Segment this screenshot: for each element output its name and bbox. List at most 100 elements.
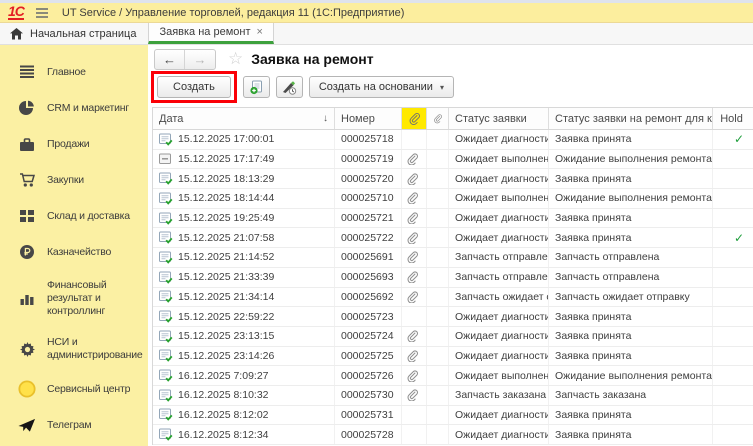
attachment-cell bbox=[402, 327, 427, 346]
table-row[interactable]: 15.12.2025 18:14:44 000025710 Ожидает вы… bbox=[153, 189, 753, 209]
status-cell: Запчасть заказана bbox=[449, 386, 549, 405]
table-header-row: Дата ↓ Номер Статус заявки bbox=[153, 108, 753, 130]
client-status-cell: Заявка принята bbox=[549, 130, 713, 149]
sidebar-item[interactable]: Главное bbox=[0, 54, 148, 90]
table-row[interactable]: 15.12.2025 21:07:58 000025722 Ожидает ди… bbox=[153, 228, 753, 248]
column-header-status[interactable]: Статус заявки bbox=[449, 108, 549, 129]
sidebar-item[interactable]: CRM и маркетинг bbox=[0, 90, 148, 126]
column-header-status-client[interactable]: Статус заявки на ремонт для кл... bbox=[549, 108, 713, 129]
column-header-date[interactable]: Дата ↓ bbox=[153, 108, 335, 129]
sidebar-item[interactable]: Сервисный центр bbox=[0, 371, 148, 407]
date-cell: 16.12.2025 8:12:34 bbox=[153, 425, 335, 444]
table-row[interactable]: 15.12.2025 19:25:49 000025721 Ожидает ди… bbox=[153, 209, 753, 229]
home-page-button[interactable]: Начальная страница bbox=[0, 23, 148, 44]
sidebar-item[interactable]: Финансовый результат и контроллинг bbox=[0, 270, 148, 327]
date-cell: 15.12.2025 17:17:49 bbox=[153, 150, 335, 169]
navigation-row: ← → ☆ Заявка на ремонт bbox=[154, 48, 753, 70]
client-status-cell: Ожидание выполнения ремонта bbox=[549, 366, 713, 385]
post-document-button[interactable] bbox=[276, 76, 303, 98]
date-cell: 15.12.2025 23:14:26 bbox=[153, 347, 335, 366]
nav-back-button[interactable]: ← bbox=[155, 50, 185, 69]
sidebar-item[interactable]: Закупки bbox=[0, 162, 148, 198]
date-value: 15.12.2025 21:33:39 bbox=[178, 271, 274, 283]
sidebar-item[interactable]: Склад и доставка bbox=[0, 198, 148, 234]
date-value: 16.12.2025 8:12:34 bbox=[178, 429, 269, 441]
table-row[interactable]: 15.12.2025 18:13:29 000025720 Ожидает ди… bbox=[153, 169, 753, 189]
sidebar-item-label: Сервисный центр bbox=[47, 383, 146, 396]
page-title: Заявка на ремонт bbox=[251, 51, 373, 67]
column-header-date-label: Дата bbox=[159, 113, 183, 125]
number-cell: 000025691 bbox=[335, 248, 402, 267]
create-button[interactable]: Создать bbox=[157, 76, 231, 98]
table-row[interactable]: 16.12.2025 7:09:27 000025726 Ожидает вып… bbox=[153, 366, 753, 386]
document-status-icon bbox=[159, 408, 173, 421]
paperclip-icon bbox=[406, 251, 418, 263]
sidebar-item[interactable]: Телеграм bbox=[0, 407, 148, 443]
client-status-cell: Заявка принята bbox=[549, 406, 713, 425]
attachment-cell-2 bbox=[427, 189, 449, 208]
hold-cell: ✓ bbox=[713, 130, 753, 149]
document-status-icon bbox=[159, 349, 173, 362]
sidebar-item-label: Главное bbox=[47, 66, 146, 79]
client-status-cell: Заявка принята bbox=[549, 169, 713, 188]
date-value: 15.12.2025 23:14:26 bbox=[178, 350, 274, 362]
status-cell: Ожидает диагностики bbox=[449, 307, 549, 326]
column-header-attachment-highlighted[interactable] bbox=[402, 108, 427, 129]
attachment-cell-2 bbox=[427, 366, 449, 385]
status-cell: Ожидает диагностики bbox=[449, 228, 549, 247]
create-by-copy-button[interactable] bbox=[243, 76, 270, 98]
attachment-cell-2 bbox=[427, 425, 449, 444]
table-row[interactable]: 15.12.2025 23:13:15 000025724 Ожидает ди… bbox=[153, 327, 753, 347]
attachment-cell bbox=[402, 288, 427, 307]
hold-cell: ✓ bbox=[713, 209, 753, 228]
table-row[interactable]: 16.12.2025 8:10:32 000025730 Запчасть за… bbox=[153, 386, 753, 406]
table-row[interactable]: 15.12.2025 17:00:01 000025718 Ожидает ди… bbox=[153, 130, 753, 150]
date-value: 15.12.2025 17:17:49 bbox=[178, 153, 274, 165]
date-cell: 15.12.2025 18:13:29 bbox=[153, 169, 335, 188]
table-row[interactable]: 15.12.2025 21:33:39 000025693 Запчасть о… bbox=[153, 268, 753, 288]
sort-descending-icon: ↓ bbox=[323, 113, 328, 124]
attachment-cell-2 bbox=[427, 248, 449, 267]
document-status-icon bbox=[159, 251, 173, 264]
tab-repair-request[interactable]: Заявка на ремонт × bbox=[148, 23, 274, 44]
table-row[interactable]: 15.12.2025 17:17:49 000025719 Ожидает вы… bbox=[153, 150, 753, 170]
favorite-star-icon[interactable]: ☆ bbox=[228, 52, 243, 66]
number-cell: 000025710 bbox=[335, 189, 402, 208]
date-value: 16.12.2025 8:12:02 bbox=[178, 409, 269, 421]
hold-cell: ✓ bbox=[713, 169, 753, 188]
table-row[interactable]: 15.12.2025 23:14:26 000025725 Ожидает ди… bbox=[153, 347, 753, 367]
column-header-attachment[interactable] bbox=[427, 108, 449, 129]
client-status-cell: Заявка принята bbox=[549, 307, 713, 326]
column-header-hold[interactable]: Hold bbox=[713, 108, 753, 129]
main-menu-hamburger-icon[interactable] bbox=[36, 8, 48, 18]
tab-close-icon[interactable]: × bbox=[257, 26, 263, 38]
document-status-icon bbox=[159, 212, 173, 225]
sidebar-item[interactable]: Продажи bbox=[0, 126, 148, 162]
client-status-cell: Заявка принята bbox=[549, 209, 713, 228]
table-row[interactable]: 16.12.2025 8:12:02 000025731 Ожидает диа… bbox=[153, 406, 753, 426]
attachment-cell bbox=[402, 248, 427, 267]
table-row[interactable]: 15.12.2025 22:59:22 000025723 Ожидает ди… bbox=[153, 307, 753, 327]
attachment-cell bbox=[402, 209, 427, 228]
gear-icon bbox=[18, 340, 36, 358]
create-based-on-button[interactable]: Создать на основании ▾ bbox=[309, 76, 454, 98]
attachment-cell bbox=[402, 169, 427, 188]
column-header-number[interactable]: Номер bbox=[335, 108, 402, 129]
attachment-cell-2 bbox=[427, 406, 449, 425]
sidebar-item[interactable]: НСИ и администрирование bbox=[0, 327, 148, 371]
nav-forward-button[interactable]: → bbox=[185, 50, 215, 69]
table-row[interactable]: 16.12.2025 8:12:34 000025728 Ожидает диа… bbox=[153, 425, 753, 445]
table-row[interactable]: 15.12.2025 21:14:52 000025691 Запчасть о… bbox=[153, 248, 753, 268]
copy-document-icon bbox=[249, 80, 264, 95]
table-row[interactable]: 15.12.2025 21:34:14 000025692 Запчасть о… bbox=[153, 288, 753, 308]
paperclip-icon bbox=[406, 232, 418, 244]
attachment-cell-2 bbox=[427, 307, 449, 326]
status-cell: Ожидает диагностики bbox=[449, 169, 549, 188]
sidebar-item[interactable]: Казначейство bbox=[0, 234, 148, 270]
attachment-cell-2 bbox=[427, 347, 449, 366]
repair-requests-table: Дата ↓ Номер Статус заявки bbox=[152, 107, 753, 445]
client-status-cell: Запчасть ожидает отправку bbox=[549, 288, 713, 307]
attachment-cell bbox=[402, 425, 427, 444]
hold-cell: ✓ bbox=[713, 228, 753, 247]
attachment-cell bbox=[402, 130, 427, 149]
